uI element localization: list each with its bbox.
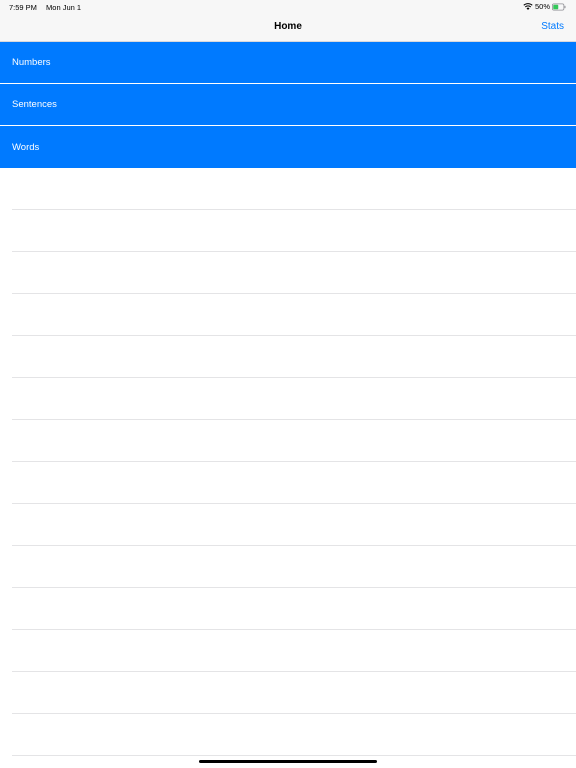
menu-item-words[interactable]: Words xyxy=(0,126,576,168)
empty-table-rows xyxy=(0,168,576,756)
empty-row xyxy=(12,672,576,714)
menu-item-label: Words xyxy=(12,141,40,153)
empty-row xyxy=(12,630,576,672)
empty-row xyxy=(12,378,576,420)
menu-item-numbers[interactable]: Numbers xyxy=(0,42,576,84)
empty-row xyxy=(12,462,576,504)
empty-row xyxy=(12,588,576,630)
empty-row xyxy=(12,714,576,756)
status-right: 50% xyxy=(523,2,566,11)
status-left: 7:59 PM Mon Jun 1 xyxy=(9,3,88,12)
status-date: Mon Jun 1 xyxy=(46,3,82,12)
battery-icon xyxy=(552,3,566,10)
empty-row xyxy=(12,546,576,588)
empty-row xyxy=(12,168,576,210)
status-time: 7:59 PM xyxy=(9,3,37,12)
empty-row xyxy=(12,252,576,294)
empty-row xyxy=(12,336,576,378)
menu-list: Numbers Sentences Words xyxy=(0,42,576,168)
stats-button[interactable]: Stats xyxy=(541,21,564,32)
home-indicator[interactable] xyxy=(199,760,377,763)
page-title: Home xyxy=(274,21,302,32)
status-bar: 7:59 PM Mon Jun 1 50% xyxy=(0,0,576,15)
battery-percent: 50% xyxy=(534,2,550,11)
menu-item-label: Numbers xyxy=(12,57,51,68)
empty-row xyxy=(12,504,576,546)
navigation-bar: Home Stats xyxy=(0,15,576,42)
empty-row xyxy=(12,210,576,252)
empty-row xyxy=(12,420,576,462)
app-screen: 7:59 PM Mon Jun 1 50% Home Stats Numbers… xyxy=(0,0,576,768)
wifi-icon xyxy=(523,3,533,10)
menu-item-sentences[interactable]: Sentences xyxy=(0,84,576,126)
menu-item-label: Sentences xyxy=(12,99,57,110)
empty-row xyxy=(12,294,576,336)
